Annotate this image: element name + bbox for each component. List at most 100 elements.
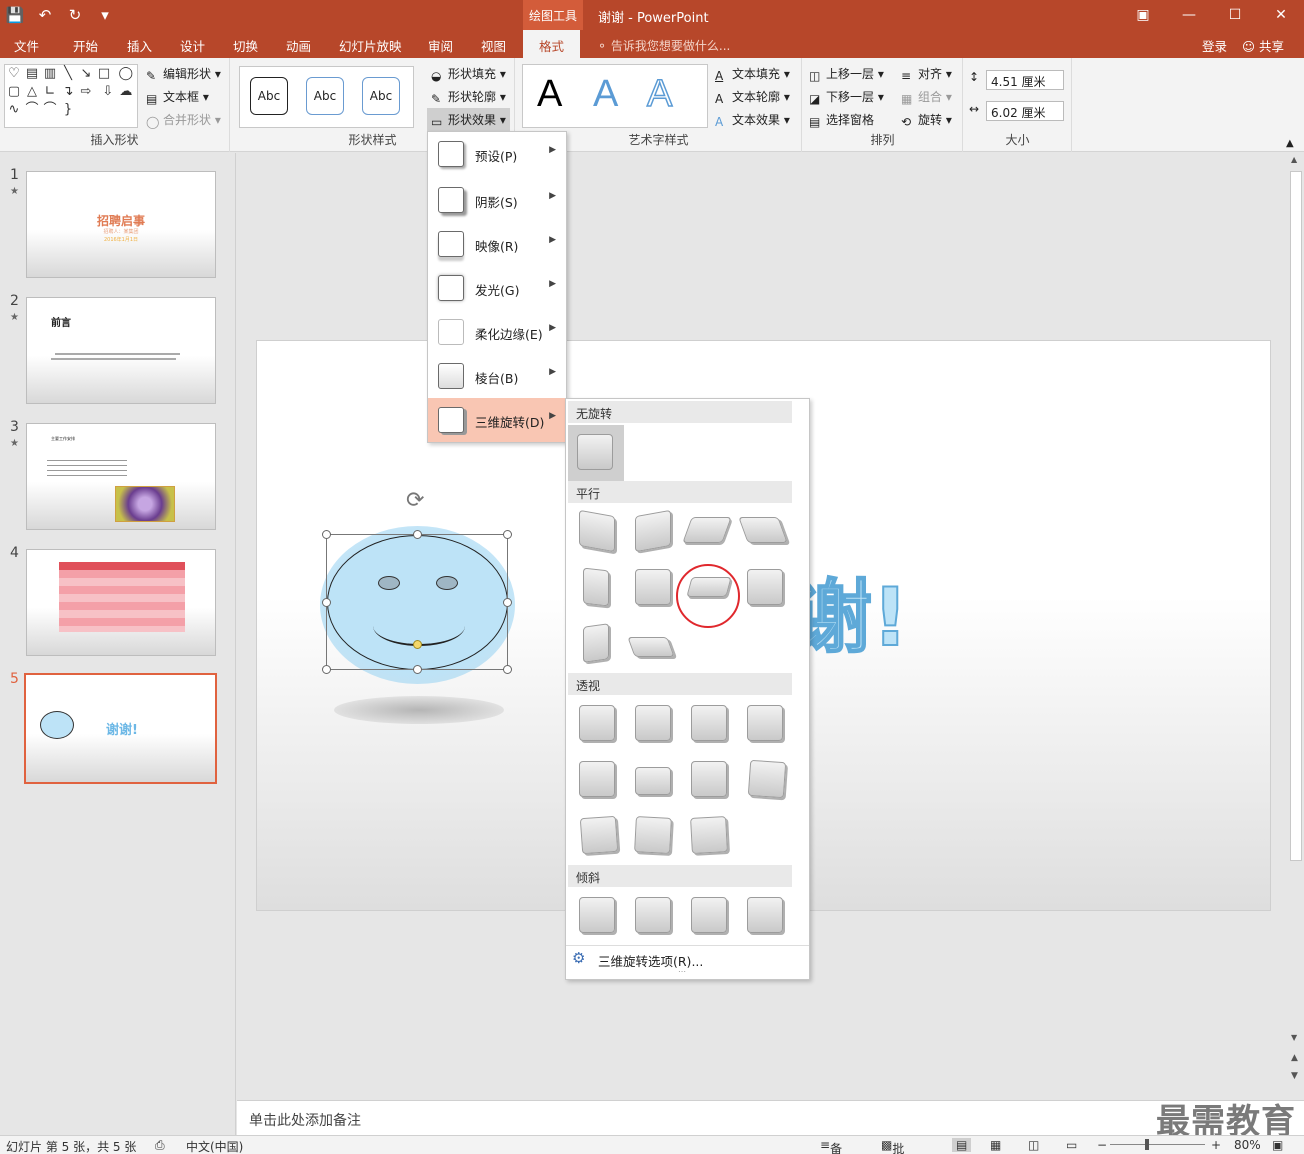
perspective-tile-8[interactable]: [747, 759, 787, 799]
parallel-tile-10[interactable]: [627, 637, 675, 657]
rotation-handle-icon[interactable]: ⟳: [406, 488, 424, 513]
zoom-slider[interactable]: [1110, 1144, 1205, 1145]
resize-handle[interactable]: [503, 530, 512, 539]
shape-fill-button[interactable]: ◒ 形状填充 ▾: [431, 65, 506, 83]
rounded-rect-shape-icon[interactable]: ▢: [5, 83, 23, 101]
perspective-tile-5[interactable]: [579, 761, 615, 797]
menu-item-bevel[interactable]: 棱台(B) ▶: [428, 354, 566, 398]
oblique-tile-2[interactable]: [635, 897, 671, 933]
text-effects-button[interactable]: A 文本效果 ▾: [715, 111, 790, 129]
resize-handle[interactable]: [322, 530, 331, 539]
align-button[interactable]: ≡ 对齐 ▾: [901, 65, 952, 83]
send-backward-button[interactable]: ◪ 下移一层 ▾: [809, 88, 884, 106]
slideshow-icon[interactable]: ▭: [1066, 1138, 1077, 1152]
slide-thumbnail-4[interactable]: [26, 549, 216, 656]
perspective-tile-10[interactable]: [634, 816, 672, 854]
merge-shapes-button[interactable]: ◯ 合并形状 ▾: [146, 111, 221, 129]
parallel-tile-5[interactable]: [583, 567, 609, 607]
slide-thumbnail-1[interactable]: 招聘启事 招聘人：某集团 2016年1月1日: [26, 171, 216, 278]
oblique-tile-1[interactable]: [579, 897, 615, 933]
slide-thumbnail-5[interactable]: 谢谢!: [24, 673, 217, 784]
down-arrow-shape-icon[interactable]: ⇩: [99, 83, 117, 101]
tab-insert[interactable]: 插入: [127, 36, 152, 55]
line-shape-icon[interactable]: ╲: [59, 65, 77, 83]
text-box-button[interactable]: ▤ 文本框 ▾: [146, 88, 209, 106]
parallel-tile-3[interactable]: [682, 517, 732, 543]
shape-style-2[interactable]: Abc: [306, 77, 344, 115]
menu-item-glow[interactable]: 发光(G) ▶: [428, 266, 566, 310]
callout-shape-icon[interactable]: ☁: [117, 83, 135, 101]
perspective-tile-2[interactable]: [635, 705, 671, 741]
wordart-sample-1[interactable]: A: [537, 73, 562, 116]
edit-shape-button[interactable]: ✎ 编辑形状 ▾: [146, 65, 221, 83]
resize-handle[interactable]: [322, 665, 331, 674]
brace-shape-icon[interactable]: }: [59, 101, 77, 119]
parallel-tile-4[interactable]: [738, 517, 788, 543]
adjustment-handle[interactable]: [413, 640, 422, 649]
slide-sorter-icon[interactable]: ▦: [990, 1138, 1001, 1152]
elbow-arrow-shape-icon[interactable]: ↴: [59, 83, 77, 101]
shape-style-1[interactable]: Abc: [250, 77, 288, 115]
spellcheck-icon[interactable]: ⎙: [155, 1138, 165, 1153]
wordart-sample-2[interactable]: A: [593, 73, 618, 116]
width-input[interactable]: 6.02 厘米: [986, 101, 1064, 121]
notes-toggle[interactable]: ≡ 备注: [820, 1138, 842, 1154]
menu-item-reflection[interactable]: 映像(R) ▶: [428, 222, 566, 266]
reading-view-icon[interactable]: ◫: [1028, 1138, 1039, 1152]
3d-rotation-options-link[interactable]: 三维旋转选项(R)...: [598, 951, 703, 970]
oblique-tile-3[interactable]: [691, 897, 727, 933]
vertical-scrollbar[interactable]: ▲ ▼ ▲ ▼: [1288, 153, 1304, 1099]
perspective-tile-9[interactable]: [579, 815, 619, 855]
resize-grip-icon[interactable]: ⋯: [678, 967, 686, 976]
redo-icon[interactable]: ↻: [60, 6, 90, 24]
text-outline-button[interactable]: A 文本轮廓 ▾: [715, 88, 790, 106]
parallel-tile-1[interactable]: [579, 509, 615, 553]
tab-home[interactable]: 开始: [73, 36, 98, 55]
perspective-tile-3[interactable]: [691, 705, 727, 741]
textbox-shape-icon[interactable]: ▤: [23, 65, 41, 83]
rotate-button[interactable]: ⟲ 旋转 ▾: [901, 111, 952, 129]
shape-style-gallery[interactable]: Abc Abc Abc: [239, 66, 414, 128]
minimize-icon[interactable]: —: [1166, 0, 1212, 30]
next-slide-icon[interactable]: ▼: [1291, 1071, 1298, 1081]
perspective-tile-4[interactable]: [747, 705, 783, 741]
comments-toggle[interactable]: ▩ 批注: [881, 1138, 904, 1154]
scroll-down-icon[interactable]: ▼: [1291, 1033, 1297, 1042]
height-input[interactable]: 4.51 厘米: [986, 70, 1064, 90]
oblique-tile-4[interactable]: [747, 897, 783, 933]
freeform-shape-icon[interactable]: ∿: [5, 101, 23, 119]
selection-pane-button[interactable]: ▤ 选择窗格: [809, 111, 874, 129]
zoom-in-icon[interactable]: +: [1211, 1138, 1221, 1152]
perspective-tile-6[interactable]: [635, 767, 671, 795]
tell-me-search[interactable]: ⚬ 告诉我您想要做什么...: [597, 37, 730, 54]
normal-view-icon[interactable]: ▤: [952, 1138, 972, 1152]
tab-review[interactable]: 审阅: [428, 36, 453, 55]
resize-handle[interactable]: [503, 665, 512, 674]
menu-item-soft-edges[interactable]: 柔化边缘(E) ▶: [428, 310, 566, 354]
scroll-up-icon[interactable]: ▲: [1291, 155, 1297, 164]
shape-outline-button[interactable]: ✎ 形状轮廓 ▾: [431, 88, 506, 106]
menu-item-3d-rotation[interactable]: 三维旋转(D) ▶: [428, 398, 566, 442]
bring-forward-button[interactable]: ◫ 上移一层 ▾: [809, 65, 884, 83]
resize-handle[interactable]: [413, 530, 422, 539]
collapse-ribbon-icon[interactable]: ▲: [1286, 138, 1294, 149]
heart-shape-icon[interactable]: ♡: [5, 65, 23, 83]
shape-gallery[interactable]: ♡ ▤ ▥ ╲ ↘ □ ◯▢ △ ∟ ↴ ⇨ ⇩ ☁∿ ⌒ ⌒}: [4, 64, 138, 128]
vtextbox-shape-icon[interactable]: ▥: [41, 65, 59, 83]
resize-handle[interactable]: [322, 598, 331, 607]
triangle-shape-icon[interactable]: △: [23, 83, 41, 101]
tab-transitions[interactable]: 切换: [233, 36, 258, 55]
login-link[interactable]: 登录: [1202, 36, 1227, 55]
wordart-gallery[interactable]: A A A: [522, 64, 708, 128]
maximize-icon[interactable]: ☐: [1212, 0, 1258, 30]
undo-icon[interactable]: ↶: [30, 6, 60, 24]
connector-shape-icon[interactable]: ∟: [41, 83, 59, 101]
tab-file[interactable]: 文件: [14, 36, 39, 55]
tab-design[interactable]: 设计: [180, 36, 205, 55]
zoom-level[interactable]: 80%: [1234, 1138, 1261, 1152]
save-icon[interactable]: 💾: [0, 6, 30, 24]
ribbon-display-icon[interactable]: ▣: [1120, 0, 1166, 30]
zoom-slider-thumb[interactable]: [1145, 1139, 1149, 1150]
right-arrow-shape-icon[interactable]: ⇨: [77, 83, 95, 101]
slide-thumbnail-2[interactable]: 前言: [26, 297, 216, 404]
